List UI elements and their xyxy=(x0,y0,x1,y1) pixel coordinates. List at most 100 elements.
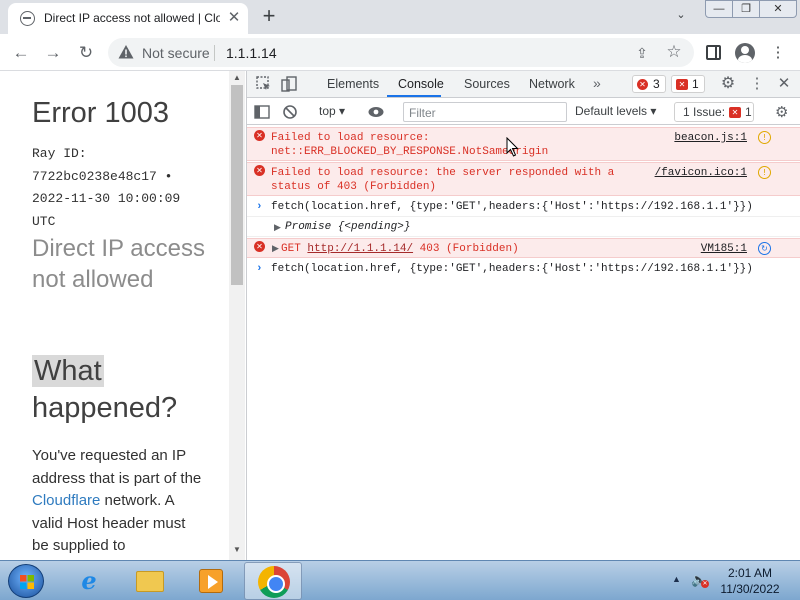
request-url-link[interactable]: http://1.1.1.14/ xyxy=(307,243,413,255)
request-method: GET xyxy=(281,243,301,255)
devtools-tab-bar: Elements Console Sources Network » ✕ 3 ✕… xyxy=(247,71,800,98)
warning-icon[interactable] xyxy=(118,44,134,60)
network-error-message: GET http://1.1.1.14/ 403 (Forbidden) xyxy=(281,242,519,256)
issue-count-badge[interactable]: ✕ 1 xyxy=(671,75,705,93)
desc-text-start: You've requested an IP address that is p… xyxy=(32,447,202,487)
show-hidden-icons-arrow-icon[interactable]: ▲ xyxy=(672,574,681,584)
issue-count: 1 xyxy=(692,77,699,91)
maximize-button[interactable]: ❐ xyxy=(732,0,760,18)
scroll-down-arrow-icon[interactable]: ▼ xyxy=(233,545,241,554)
security-label[interactable]: Not secure xyxy=(142,45,210,61)
taskbar-file-explorer[interactable] xyxy=(121,562,179,600)
error-title: Error 1003 xyxy=(32,97,170,129)
minimize-button[interactable]: — xyxy=(705,0,733,18)
clear-console-icon[interactable] xyxy=(281,103,299,121)
input-prompt-icon: › xyxy=(256,201,263,213)
device-toolbar-icon[interactable] xyxy=(280,75,298,93)
console-settings-gear-icon[interactable]: ⚙ xyxy=(775,103,788,121)
globe-icon xyxy=(20,11,35,26)
lightbulb-icon[interactable]: ! xyxy=(758,131,771,144)
explanation-paragraph: You've requested an IP address that is p… xyxy=(32,445,204,558)
taskbar-internet-explorer[interactable]: e xyxy=(60,562,118,600)
system-clock[interactable]: 2:01 AM 11/30/2022 xyxy=(712,565,788,597)
error-count-badge[interactable]: ✕ 3 xyxy=(632,75,666,93)
cloudflare-link[interactable]: Cloudflare xyxy=(32,492,100,509)
volume-muted-badge-icon: ✕ xyxy=(701,580,709,588)
ray-id-value: 7722bc0238e48c17 • xyxy=(32,168,173,184)
inspect-element-icon[interactable] xyxy=(255,75,273,93)
console-output-row[interactable]: ▶ Promise {<pending>} xyxy=(247,217,800,237)
windows-logo-icon xyxy=(20,575,34,589)
profile-avatar-icon[interactable] xyxy=(735,43,755,63)
scroll-up-arrow-icon[interactable]: ▲ xyxy=(233,73,241,82)
console-prompt-row[interactable]: › fetch(location.href, {type:'GET',heade… xyxy=(247,260,800,280)
error-text-line1: Failed to load resource: the server resp… xyxy=(271,167,615,179)
address-bar[interactable]: Not secure 1.1.1.14 ⇪ ☆ xyxy=(108,38,694,67)
what-happened-heading: What happened? xyxy=(32,353,222,427)
folder-icon xyxy=(136,571,164,592)
tab-console[interactable]: Console xyxy=(398,77,444,91)
taskbar-google-chrome[interactable] xyxy=(244,562,302,600)
source-link[interactable]: beacon.js:1 xyxy=(674,131,747,145)
mouse-cursor-icon xyxy=(506,137,519,157)
back-button[interactable]: ← xyxy=(10,42,32,64)
error-circle-icon: ✕ xyxy=(254,165,265,176)
expand-triangle-icon[interactable]: ▶ xyxy=(272,242,279,256)
scroll-thumb[interactable] xyxy=(231,85,243,285)
page-scrollbar[interactable]: ▲ ▼ xyxy=(229,71,245,560)
promise-output: Promise {<pending>} xyxy=(285,221,411,233)
network-request-icon[interactable]: ↻ xyxy=(758,242,771,255)
new-tab-button[interactable]: + xyxy=(258,5,280,27)
ray-id-timestamp: 2022-11-30 10:00:09 xyxy=(32,191,181,206)
console-error-row[interactable]: ✕ Failed to load resource: the server re… xyxy=(247,162,800,196)
source-link[interactable]: VM185:1 xyxy=(701,242,747,256)
ray-id-block: Ray ID: 7722bc0238e48c17 • 2022-11-30 10… xyxy=(32,143,212,233)
devtools-close-icon[interactable]: ✕ xyxy=(775,75,793,93)
taskbar-media-player[interactable] xyxy=(182,562,240,600)
internet-explorer-icon: e xyxy=(81,566,97,595)
web-page-content: Error 1003 Ray ID: 7722bc0238e48c17 • 20… xyxy=(0,71,246,560)
tab-close-button[interactable]: ✕ xyxy=(226,9,242,27)
share-icon[interactable]: ⇪ xyxy=(632,43,652,63)
close-window-button[interactable]: ✕ xyxy=(759,0,797,18)
url-text[interactable]: 1.1.1.14 xyxy=(226,45,277,61)
ray-id-timezone: UTC xyxy=(32,213,56,229)
omnibox-divider xyxy=(214,45,215,61)
expand-triangle-icon[interactable]: ▶ xyxy=(274,221,281,235)
devtools-menu-icon[interactable]: ⋮ xyxy=(748,75,766,93)
browser-tab[interactable]: Direct IP access not allowed | Clo ✕ xyxy=(8,3,248,34)
tab-network[interactable]: Network xyxy=(529,77,575,91)
bookmark-star-icon[interactable]: ☆ xyxy=(664,42,684,62)
console-input-row[interactable]: › fetch(location.href, {type:'GET',heade… xyxy=(247,197,800,217)
tab-search-button[interactable]: ⌄ xyxy=(672,6,690,24)
console-filter-input[interactable]: Filter xyxy=(403,102,567,122)
tab-sources[interactable]: Sources xyxy=(464,77,510,91)
devtools-panel: Elements Console Sources Network » ✕ 3 ✕… xyxy=(246,71,800,560)
side-panel-icon[interactable] xyxy=(706,45,721,60)
what-highlight: What xyxy=(32,355,104,387)
media-player-icon xyxy=(199,569,223,593)
error-count: 3 xyxy=(653,77,660,91)
source-link[interactable]: /favicon.ico:1 xyxy=(655,166,747,180)
devtools-settings-gear-icon[interactable]: ⚙ xyxy=(719,75,737,93)
console-editor-input[interactable]: fetch(location.href, {type:'GET',headers… xyxy=(271,262,753,276)
tab-title: Direct IP access not allowed | Clo xyxy=(44,11,220,25)
console-command: fetch(location.href, {type:'GET',headers… xyxy=(271,201,753,213)
live-expression-eye-icon[interactable] xyxy=(367,103,385,121)
start-button[interactable] xyxy=(8,564,44,598)
forward-button[interactable]: → xyxy=(42,42,64,64)
execution-context-select[interactable]: top ▾ xyxy=(319,104,345,118)
what-heading-rest: happened? xyxy=(32,392,178,424)
lightbulb-icon[interactable]: ! xyxy=(758,166,771,179)
console-sidebar-icon[interactable] xyxy=(253,103,271,121)
reload-button[interactable]: ↻ xyxy=(75,42,97,64)
issues-button[interactable]: 1 Issue: ✕ 1 xyxy=(674,102,754,122)
response-status: 403 (Forbidden) xyxy=(419,243,519,255)
console-error-row[interactable]: ✕ Failed to load resource: net::ERR_BLOC… xyxy=(247,127,800,161)
browser-title-bar: Direct IP access not allowed | Clo ✕ + ⌄… xyxy=(0,0,800,34)
browser-menu-icon[interactable]: ⋮ xyxy=(767,42,789,64)
console-error-row[interactable]: ✕ ▶ GET http://1.1.1.14/ 403 (Forbidden)… xyxy=(247,238,800,258)
log-levels-dropdown[interactable]: Default levels ▾ xyxy=(575,104,656,118)
tab-elements[interactable]: Elements xyxy=(327,77,379,91)
more-tabs-icon[interactable]: » xyxy=(593,75,601,91)
